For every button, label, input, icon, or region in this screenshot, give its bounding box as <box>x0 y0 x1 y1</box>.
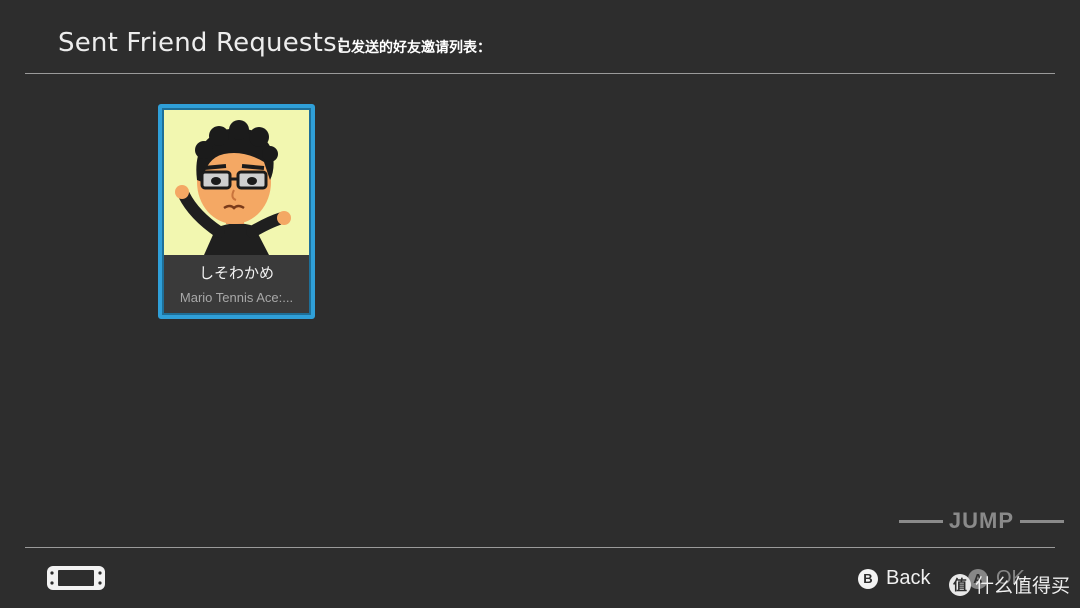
friend-request-card[interactable]: しそわかめ Mario Tennis Ace:... <box>158 104 315 319</box>
jump-watermark-text: JUMP <box>948 508 1014 533</box>
site-logo-icon: 值 <box>948 573 971 596</box>
mii-avatar-glasses-icon <box>164 110 309 255</box>
friend-current-game: Mario Tennis Ace:... <box>179 290 294 305</box>
back-button[interactable]: B Back <box>858 567 932 590</box>
site-watermark-text: 什么值得买 <box>974 575 1070 597</box>
friend-name: しそわかめ <box>198 264 274 282</box>
switch-console-icon <box>47 566 105 590</box>
page-title: Sent Friend Requests: <box>58 28 346 58</box>
back-label: Back <box>886 567 931 589</box>
jump-watermark: JUMP <box>898 508 1064 534</box>
footer-divider <box>25 547 1055 548</box>
page-title-annotation: 已发送的好友邀请列表： <box>337 40 491 56</box>
site-watermark: 值 什么值得买 <box>944 569 1074 600</box>
header-divider <box>25 73 1055 74</box>
b-button-icon: B <box>858 568 878 589</box>
